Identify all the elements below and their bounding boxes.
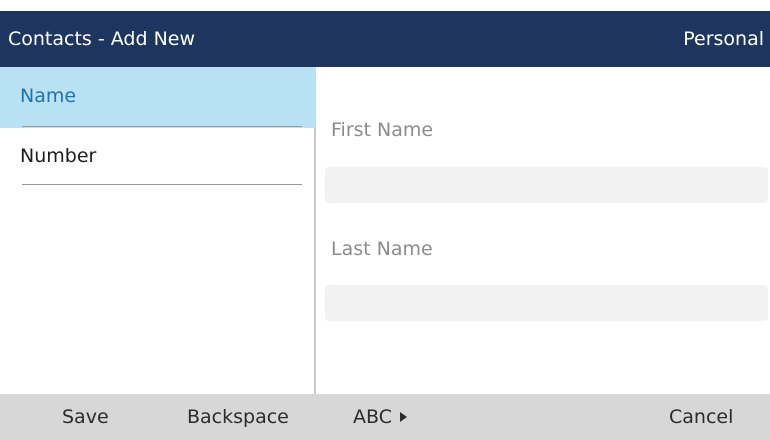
save-label: Save	[62, 406, 109, 428]
softkey-bar: Save Backspace ABC Cancel	[0, 394, 770, 440]
backspace-button[interactable]: Backspace	[187, 394, 289, 440]
save-button[interactable]: Save	[62, 394, 109, 440]
last-name-label: Last Name	[331, 238, 433, 260]
contact-category: Personal	[683, 28, 764, 50]
input-mode-label: ABC	[353, 406, 392, 428]
page-title: Contacts - Add New	[8, 28, 196, 50]
arrow-right-icon	[399, 412, 407, 422]
title-bar: Contacts - Add New Personal	[0, 11, 770, 67]
field-list: Name Number	[0, 67, 316, 394]
list-divider	[22, 184, 302, 185]
first-name-field[interactable]	[325, 167, 768, 203]
list-item-number[interactable]: Number	[0, 127, 314, 185]
list-item-label: Name	[20, 84, 77, 107]
first-name-label: First Name	[331, 119, 434, 141]
backspace-label: Backspace	[187, 406, 289, 428]
cancel-label: Cancel	[669, 406, 734, 428]
list-item-label: Number	[20, 145, 97, 167]
screen: Contacts - Add New Personal Name Number …	[0, 0, 770, 440]
last-name-field[interactable]	[325, 285, 768, 321]
cancel-button[interactable]: Cancel	[669, 394, 733, 440]
list-item-name[interactable]: Name	[0, 67, 316, 128]
input-mode-button[interactable]: ABC	[353, 394, 407, 440]
